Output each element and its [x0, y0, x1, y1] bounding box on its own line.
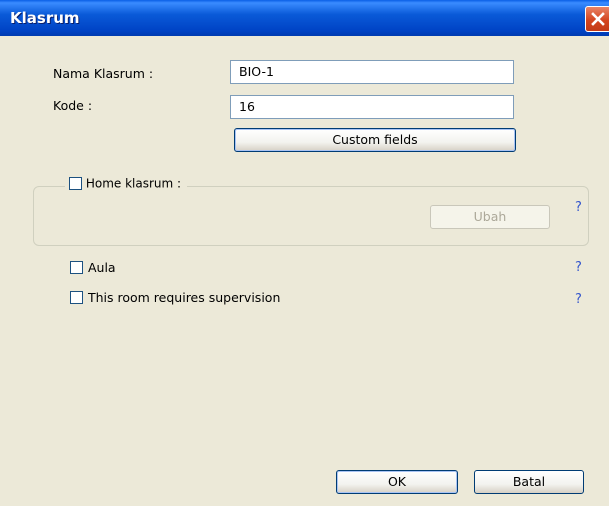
close-button[interactable] [585, 6, 609, 32]
code-input[interactable]: 16 [230, 95, 514, 119]
supervision-help-link[interactable]: ? [575, 292, 582, 307]
aula-help-link[interactable]: ? [575, 260, 582, 275]
home-klasrum-help-link[interactable]: ? [575, 200, 582, 215]
aula-checkbox[interactable] [70, 261, 83, 274]
ok-button[interactable]: OK [336, 470, 458, 494]
name-label: Nama Klasrum : [53, 66, 154, 81]
cancel-button[interactable]: Batal [474, 470, 584, 494]
aula-label: Aula [87, 260, 116, 275]
dialog-body: Nama Klasrum : BIO-1 Kode : 16 Custom fi… [10, 36, 609, 506]
change-button[interactable]: Ubah [430, 205, 550, 229]
supervision-checkbox[interactable] [70, 291, 83, 304]
close-icon [591, 12, 605, 26]
name-input[interactable]: BIO-1 [230, 60, 514, 84]
title-bar[interactable]: Klasrum [0, 0, 609, 36]
custom-fields-button[interactable]: Custom fields [234, 128, 516, 152]
window-title: Klasrum [10, 9, 80, 27]
klasrum-dialog: Klasrum Nama Klasrum : BIO-1 Kode : 16 C… [0, 0, 609, 506]
home-klasrum-checkbox[interactable] [69, 177, 82, 190]
supervision-label: This room requires supervision [87, 290, 281, 305]
home-klasrum-label: Home klasrum : [85, 176, 182, 191]
supervision-option[interactable]: This room requires supervision [70, 289, 280, 305]
home-klasrum-legend[interactable]: Home klasrum : [65, 176, 188, 196]
code-label: Kode : [53, 98, 93, 113]
aula-option[interactable]: Aula [70, 259, 116, 275]
